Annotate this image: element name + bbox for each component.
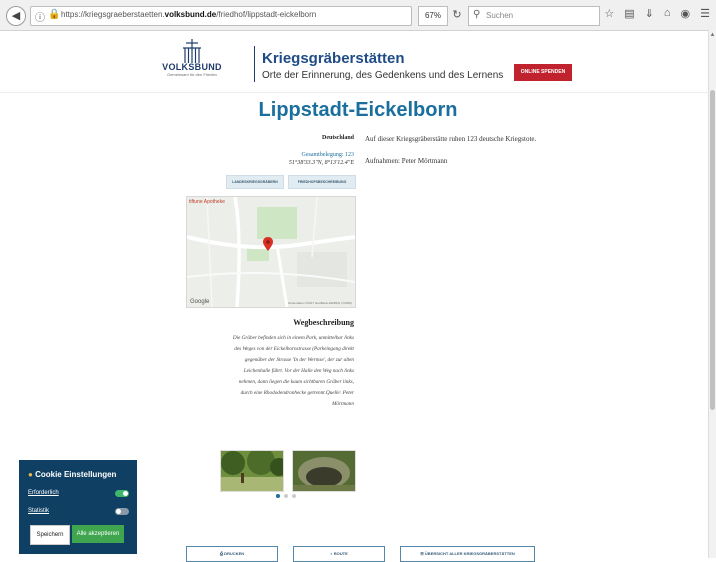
cemetery-description: Auf dieser Kriegsgräberstätte ruhen 123 … <box>365 135 537 143</box>
list-icon: ☰ <box>420 551 424 556</box>
search-icon: ⚲ <box>473 9 481 20</box>
gallery-dot-3[interactable] <box>292 494 296 498</box>
reading-list-icon[interactable]: ▤ <box>624 7 634 20</box>
statistics-cookies-toggle[interactable] <box>115 508 129 515</box>
home-icon[interactable]: ⌂ <box>664 7 671 20</box>
print-button[interactable]: ⎙ DRUCKEN <box>186 546 278 562</box>
back-icon[interactable]: ◀ <box>6 6 26 26</box>
location-map[interactable]: tiftune Apotheke Google Kartendaten ©201… <box>186 196 356 308</box>
required-toggle-knob <box>123 491 128 496</box>
map-place-label: tiftune Apotheke <box>189 199 225 205</box>
print-label: DRUCKEN <box>224 551 245 556</box>
cookie-title-text: Cookie Einstellungen <box>35 470 117 479</box>
route-label: ROUTE <box>333 551 348 556</box>
search-placeholder: Suchen <box>486 11 514 20</box>
browser-toolbar: ◀ ⓘ 🔒 https://kriegsgraeberstaetten.volk… <box>0 0 716 31</box>
statistics-cookies-label[interactable]: Statistik <box>28 508 49 514</box>
site-subtitle: Orte der Erinnerung, des Gedenkens und d… <box>262 70 504 81</box>
donate-button[interactable]: ONLINE SPENDEN <box>514 64 572 81</box>
lock-icon: 🔒 <box>48 9 61 20</box>
logo-subtitle: Gemeinsam für den Frieden <box>167 72 217 77</box>
statistics-toggle-knob <box>116 509 121 514</box>
car-icon: ◐ <box>330 551 333 556</box>
gallery-photo-1[interactable] <box>220 450 284 492</box>
country-label: Deutschland <box>321 135 354 141</box>
download-icon[interactable]: ⇓ <box>645 7 654 20</box>
google-logo[interactable]: Google <box>190 299 209 305</box>
page-title: Lippstadt-Eickelborn <box>258 99 458 121</box>
map-pin-icon[interactable] <box>263 237 273 251</box>
photo-credit: Aufnahmen: Peter Mörtmann <box>365 157 448 165</box>
cookie-accept-all-button[interactable]: Alle akzeptieren <box>72 525 124 543</box>
gallery-dot-1[interactable] <box>276 494 280 498</box>
route-heading: Wegbeschreibung <box>293 318 354 327</box>
map-graphic <box>187 197 355 307</box>
scroll-up-icon[interactable]: ▲ <box>709 30 716 40</box>
cookie-icon: ● <box>28 470 33 479</box>
burials-count: Gesamtbelegung: 123 <box>301 152 355 158</box>
photo-hedge-image <box>293 451 355 491</box>
header-separator <box>0 92 709 93</box>
cross-logo-icon <box>183 39 201 63</box>
pocket-icon[interactable]: ◉ <box>681 7 691 20</box>
site-title[interactable]: Kriegsgräberstätten <box>262 50 405 67</box>
cemetery-history-button[interactable]: FRIEDHOFSBESCHREIBUNG <box>288 175 356 189</box>
printer-icon: ⎙ <box>219 551 224 556</box>
state-graves-button[interactable]: LANDESKRIEGSGRÄBERN <box>226 175 284 189</box>
reload-icon[interactable]: ↻ <box>448 6 466 24</box>
required-cookies-label[interactable]: Erforderlich <box>28 490 59 496</box>
coordinates: 51°38'33.3"N, 8°13'12.4"E <box>288 160 354 166</box>
gallery-photo-2[interactable] <box>292 450 356 492</box>
address-bar[interactable]: ⓘ 🔒 https://kriegsgraeberstaetten.volksb… <box>30 6 412 26</box>
scrollbar-thumb[interactable] <box>710 90 715 410</box>
gallery-dot-2[interactable] <box>284 494 288 498</box>
cookie-title: ● Cookie Einstellungen <box>28 470 116 479</box>
cookie-save-button[interactable]: Speichern <box>30 525 70 545</box>
volksbund-logo[interactable]: VOLKSBUND Gemeinsam für den Frieden <box>144 38 240 84</box>
overview-button[interactable]: ☰ ÜBERSICHT ALLER KRIEGSGRÄBERSTÄTTEN <box>400 546 535 562</box>
route-description: Die Gräber befinden sich in einem Park, … <box>232 335 354 407</box>
route-button[interactable]: ◐ ROUTE <box>293 546 385 562</box>
logo-text: VOLKSBUND <box>162 62 222 72</box>
search-input[interactable]: ⚲ Suchen <box>468 6 600 26</box>
map-credit: Kartendaten ©2017 GeoBasis-DE/BKG (©2009… <box>288 301 352 305</box>
zoom-level[interactable]: 67% <box>418 6 448 26</box>
required-cookies-toggle[interactable] <box>115 490 129 497</box>
header-divider <box>254 46 255 82</box>
overview-label: ÜBERSICHT ALLER KRIEGSGRÄBERSTÄTTEN <box>424 551 515 556</box>
photo-park-image <box>221 451 283 491</box>
info-icon[interactable]: ⓘ <box>35 9 45 24</box>
gallery-pagination <box>276 494 296 498</box>
url-text: https://kriegsgraeberstaetten.volksbund.… <box>61 10 317 19</box>
bookmark-star-icon[interactable]: ☆ <box>604 7 614 20</box>
menu-icon[interactable]: ☰ <box>700 7 710 20</box>
